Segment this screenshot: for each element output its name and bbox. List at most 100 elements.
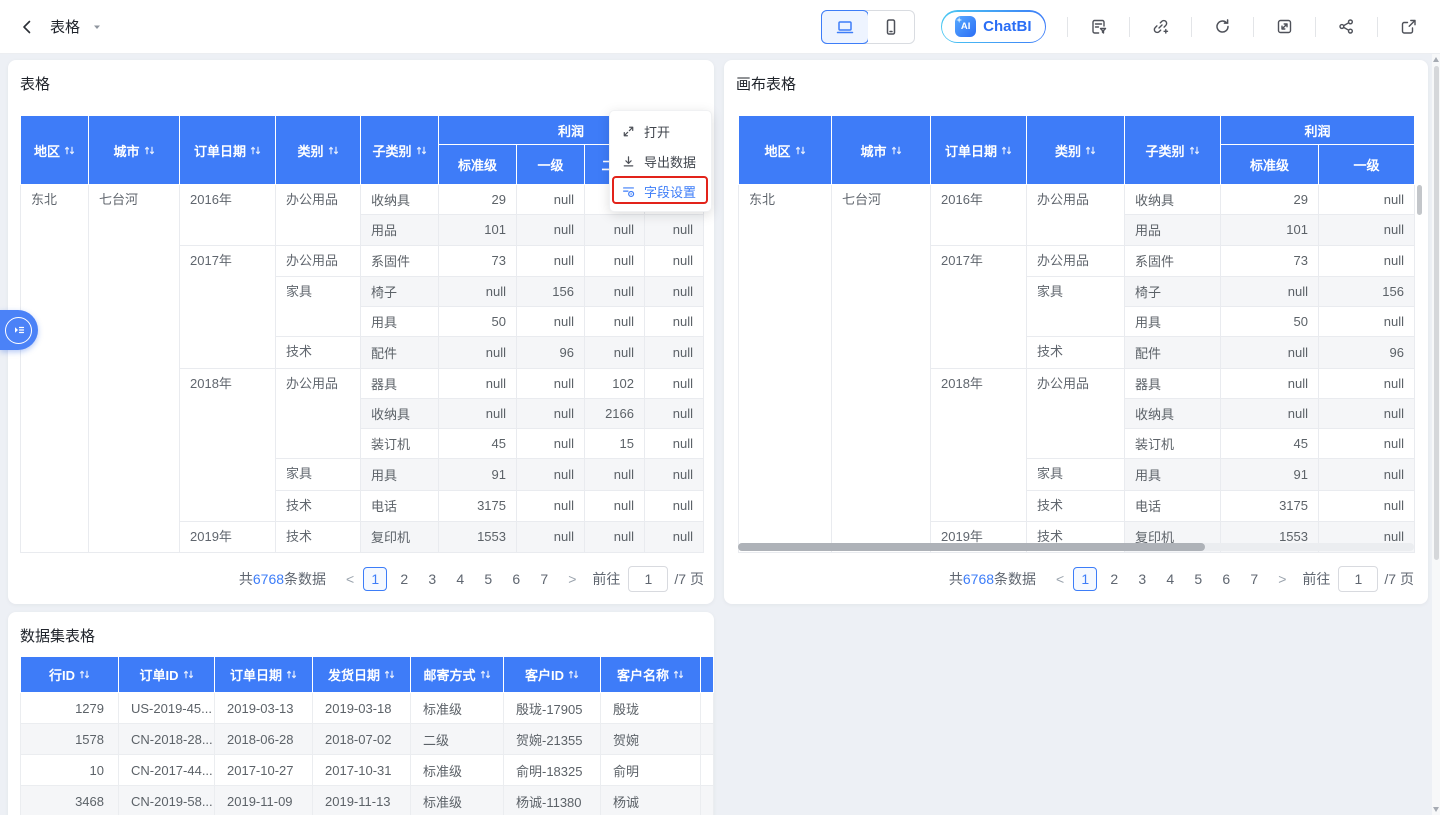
mobile-view-button[interactable] — [868, 11, 914, 43]
app-page: 表格 AI ChatBI — [0, 0, 1440, 815]
page-button-6[interactable]: 6 — [1215, 567, 1237, 591]
menu-item-open[interactable]: 打开 — [610, 116, 711, 146]
page-button-3[interactable]: 3 — [1131, 567, 1153, 591]
dataset-col-header[interactable]: 客户ID — [504, 657, 601, 693]
pivot-row-header-cell: 2018年 — [931, 368, 1027, 521]
goto-page-input[interactable] — [628, 566, 668, 592]
menu-item-export-data[interactable]: 导出数据 — [610, 146, 711, 176]
pivot-row-header-cell: 办公用品 — [276, 245, 361, 276]
pivot-value-cell: 29 — [439, 185, 517, 215]
card-title: 数据集表格 — [20, 625, 95, 646]
share-icon — [1337, 17, 1356, 36]
horizontal-scrollbar-thumb[interactable] — [738, 543, 1205, 551]
pivot-col-header[interactable]: 类别 — [1027, 116, 1125, 185]
pivot-col-header[interactable]: 类别 — [276, 116, 361, 185]
goto-page-input[interactable] — [1338, 566, 1378, 592]
chatbi-button[interactable]: AI ChatBI — [941, 10, 1046, 43]
menu-item-field-settings[interactable]: 字段设置 — [610, 176, 711, 206]
page-title[interactable]: 表格 — [50, 16, 80, 37]
report-filter-button[interactable] — [1089, 17, 1108, 36]
pivot-value-col-header[interactable]: 一级 — [1319, 145, 1415, 185]
page-button-1[interactable]: 1 — [363, 567, 387, 591]
share-button[interactable] — [1337, 17, 1356, 36]
page-button-6[interactable]: 6 — [505, 567, 527, 591]
fullscreen-button[interactable] — [1275, 17, 1294, 36]
page-button-1[interactable]: 1 — [1073, 567, 1097, 591]
dataset-col-header[interactable]: 邮寄方式 — [411, 657, 504, 693]
content-area: 表格 地区城市订单日期类别子类别利润标准级一级二级东北七台河2016年办公用品收… — [0, 54, 1440, 815]
pivot-col-header[interactable]: 子类别 — [1125, 116, 1221, 185]
page-scrollbar-thumb[interactable] — [1434, 66, 1439, 560]
desktop-view-button[interactable] — [821, 10, 869, 44]
pivot-col-header[interactable]: 地区 — [739, 116, 832, 185]
pivot-col-header[interactable]: 子类别 — [361, 116, 439, 185]
page-button-3[interactable]: 3 — [421, 567, 443, 591]
export-button[interactable] — [1399, 17, 1418, 36]
pivot-value-cell: null — [1319, 398, 1415, 428]
pivot-value-cell: null — [1319, 490, 1415, 521]
divider — [1315, 17, 1316, 37]
pivot-row-header-cell: 2018年 — [180, 368, 276, 521]
page-button-2[interactable]: 2 — [1103, 567, 1125, 591]
pivot-row-header-cell: 家具 — [276, 459, 361, 490]
pivot-value-cell: null — [645, 429, 704, 459]
page-button-2[interactable]: 2 — [393, 567, 415, 591]
refresh-button[interactable] — [1213, 17, 1232, 36]
pivot-subcategory-cell: 收纳具 — [361, 398, 439, 428]
back-button[interactable] — [18, 18, 36, 36]
horizontal-scrollbar[interactable] — [738, 543, 1414, 551]
dataset-cell: 1578 — [21, 724, 119, 755]
pivot-value-cell: null — [1319, 245, 1415, 276]
dataset-cell: 10 — [21, 755, 119, 786]
dataset-cell: 贺婉 — [601, 724, 701, 755]
page-button-5[interactable]: 5 — [477, 567, 499, 591]
page-button-7[interactable]: 7 — [1243, 567, 1265, 591]
pivot-value-cell: 91 — [439, 459, 517, 490]
dataset-col-header[interactable]: 发货日期 — [313, 657, 411, 693]
vertical-scrollbar-thumb[interactable] — [1417, 185, 1422, 215]
next-page-button[interactable]: > — [1272, 571, 1292, 587]
page-scrollbar[interactable] — [1432, 54, 1440, 815]
field-settings-icon — [621, 184, 636, 199]
prev-page-button[interactable]: < — [1050, 571, 1070, 587]
dataset-col-header[interactable]: 行ID — [21, 657, 119, 693]
pivot-value-cell: null — [645, 398, 704, 428]
pivot-row-header-cell: 办公用品 — [1027, 245, 1125, 276]
dataset-cell: CN-2019-58... — [119, 786, 215, 815]
dataset-cell: 俞明-18325 — [504, 755, 601, 786]
pivot-col-header[interactable]: 城市 — [832, 116, 931, 185]
sort-icon — [1189, 145, 1200, 156]
page-button-4[interactable]: 4 — [1159, 567, 1181, 591]
pivot-value-col-header[interactable]: 标准级 — [439, 145, 517, 185]
copy-link-button[interactable] — [1151, 17, 1170, 36]
dataset-col-header[interactable]: 订单ID — [119, 657, 215, 693]
page-button-5[interactable]: 5 — [1187, 567, 1209, 591]
sort-icon — [64, 145, 75, 156]
pivot-value-cell: null — [1319, 215, 1415, 245]
pivot-row-header-cell: 东北 — [21, 185, 89, 553]
pivot-value-cell: 50 — [1221, 307, 1319, 337]
prev-page-button[interactable]: < — [340, 571, 360, 587]
pivot-value-cell: null — [1221, 398, 1319, 428]
chatbi-label: ChatBI — [983, 18, 1031, 35]
title-dropdown[interactable] — [92, 22, 102, 32]
dataset-col-header[interactable]: 客户名称 — [601, 657, 701, 693]
pivot-col-header[interactable]: 地区 — [21, 116, 89, 185]
pivot-value-col-header[interactable]: 标准级 — [1221, 145, 1319, 185]
pivot-value-cell: 45 — [1221, 429, 1319, 459]
scroll-up-arrow[interactable] — [1433, 57, 1439, 62]
pivot-col-header[interactable]: 城市 — [89, 116, 180, 185]
list-panel-icon — [5, 317, 32, 344]
pivot-value-col-header[interactable]: 一级 — [517, 145, 585, 185]
scroll-down-arrow[interactable] — [1433, 807, 1439, 812]
page-button-4[interactable]: 4 — [449, 567, 471, 591]
next-page-button[interactable]: > — [562, 571, 582, 587]
sort-icon — [286, 669, 297, 680]
pivot-col-header[interactable]: 订单日期 — [931, 116, 1027, 185]
pivot-col-header[interactable]: 订单日期 — [180, 116, 276, 185]
total-count-value: 6768 — [963, 571, 994, 587]
dataset-cell — [701, 786, 714, 815]
dataset-col-header[interactable]: 订单日期 — [215, 657, 313, 693]
page-button-7[interactable]: 7 — [533, 567, 555, 591]
pivot-value-cell: null — [517, 368, 585, 398]
